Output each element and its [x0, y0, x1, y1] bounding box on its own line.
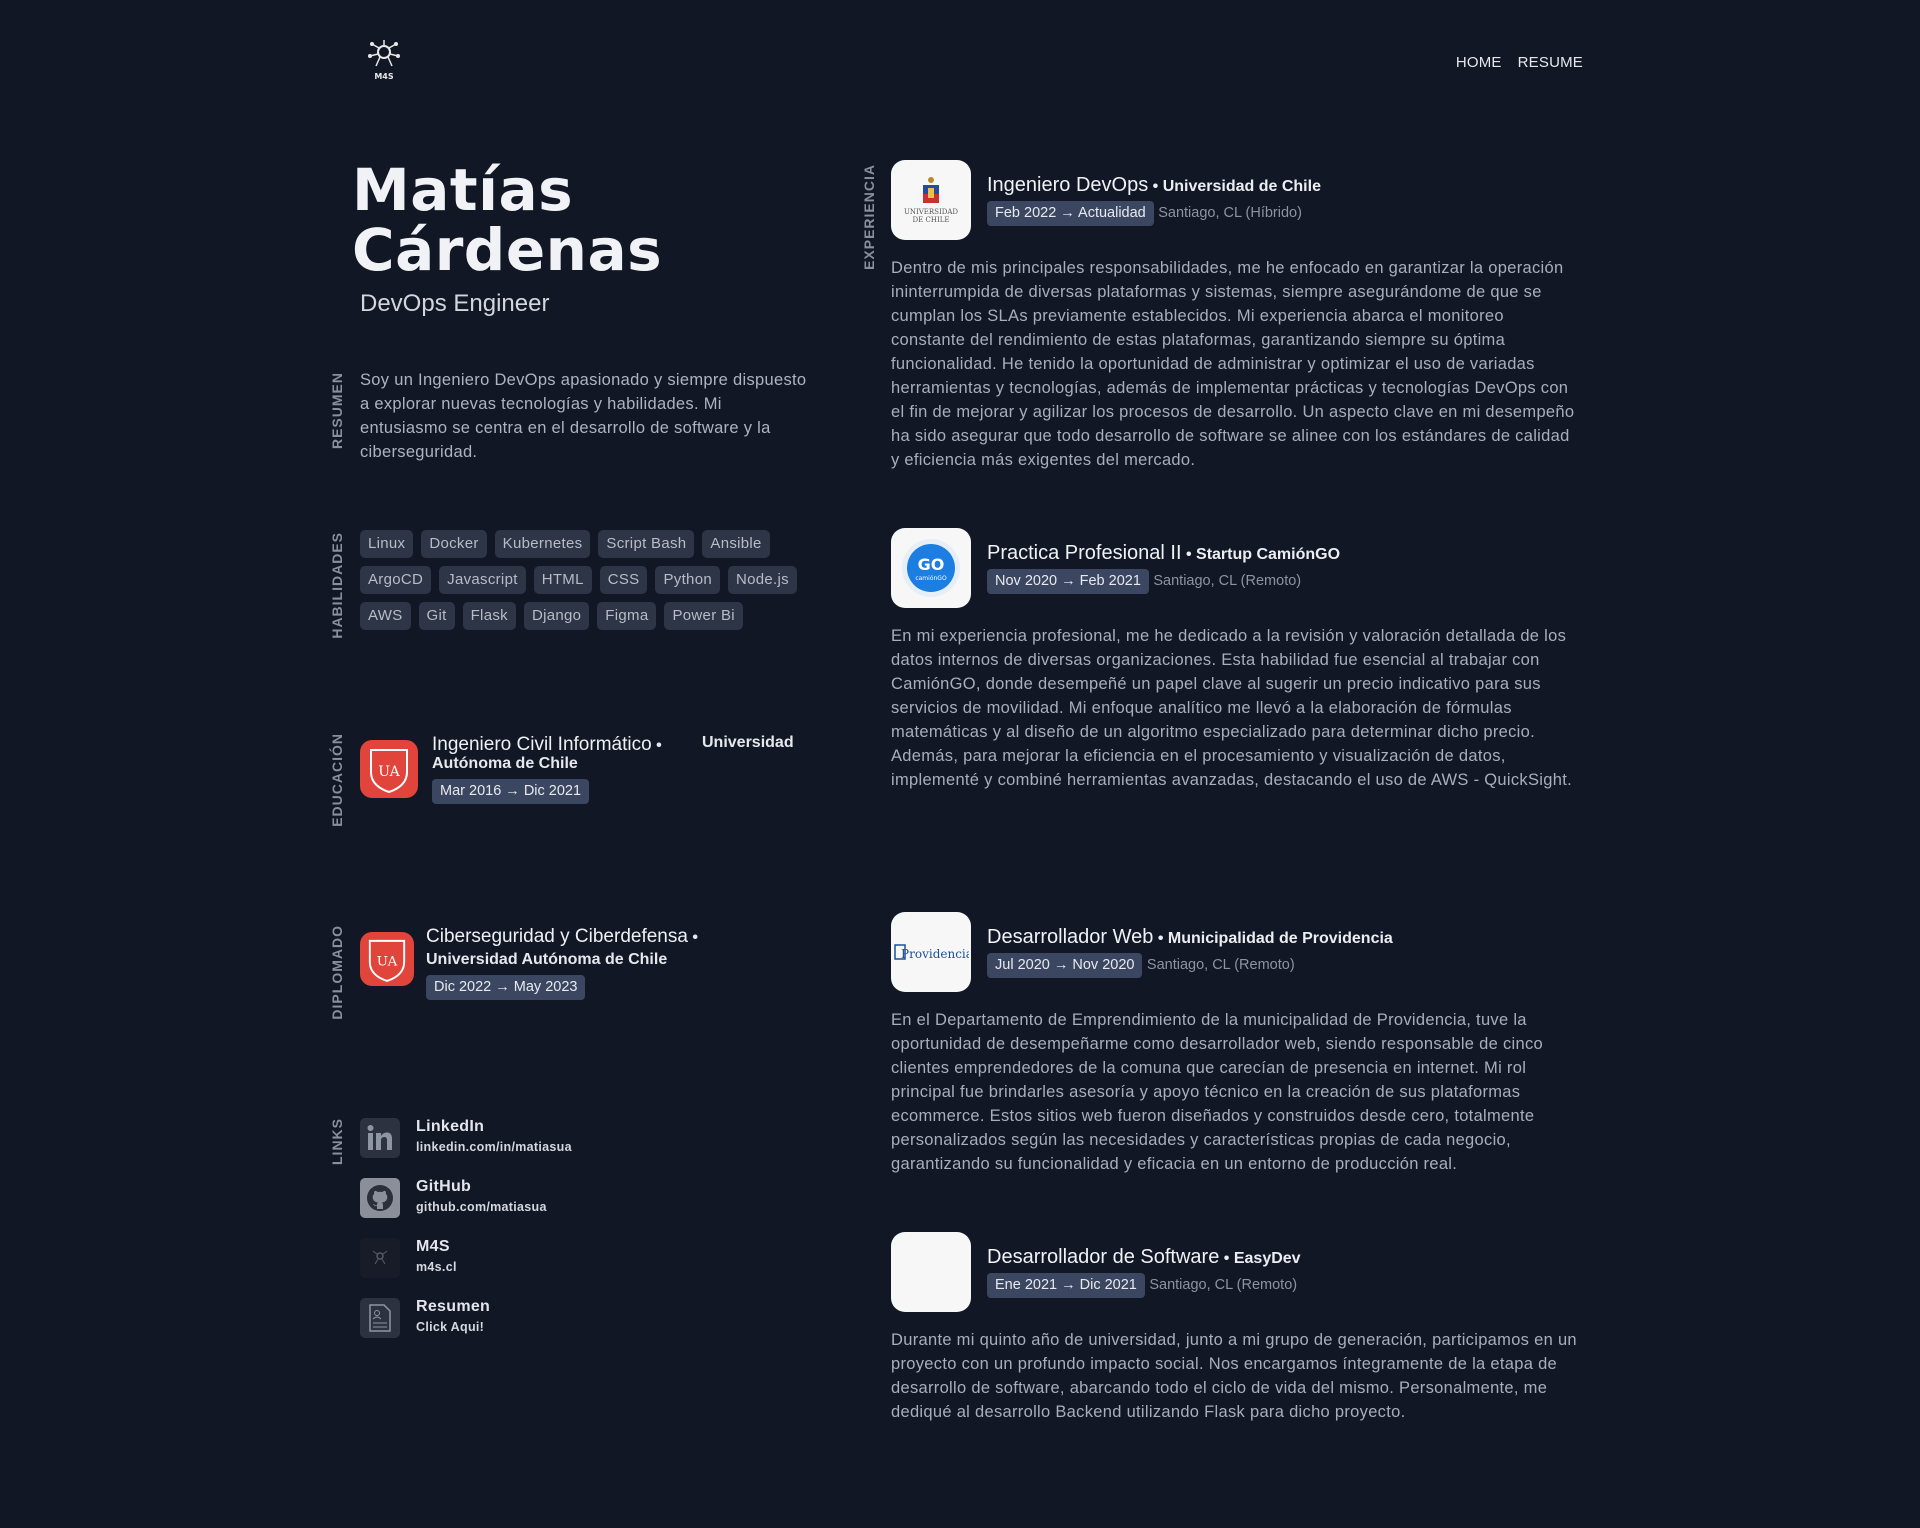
skill-chip: Python: [655, 566, 720, 594]
skill-chip: Docker: [421, 530, 487, 558]
top-nav: HOME RESUME: [1456, 54, 1583, 71]
m4s-logo-icon: M4S: [368, 40, 400, 81]
skill-chip: AWS: [360, 602, 411, 630]
links-list: LinkedIn linkedin.com/in/matiasua GitHub…: [360, 1118, 572, 1338]
section-label-summary: RESUMEN: [329, 372, 345, 450]
section-label-education: EDUCACIÓN: [329, 733, 345, 827]
ua-shield-icon: UA: [370, 749, 408, 794]
diploma-org: Universidad Autónoma de Chile: [426, 951, 668, 968]
skill-chip: Power Bi: [664, 602, 743, 630]
skill-chip: HTML: [533, 566, 592, 594]
skill-chip: Script Bash: [598, 530, 695, 558]
camiongo-logo: GO camiónGO: [891, 528, 971, 608]
experience-item: GO camiónGO Practica Profesional II • St…: [891, 528, 1581, 792]
svg-text:GO: GO: [918, 555, 945, 574]
education-item: UA Ingeniero Civil Informático • Univers…: [360, 734, 820, 804]
svg-text:Providencia: Providencia: [901, 947, 969, 961]
ua-logo: UA: [360, 740, 418, 798]
education-title: Ingeniero Civil Informático: [432, 734, 652, 755]
experience-description: En mi experiencia profesional, me he ded…: [891, 627, 1572, 789]
ua-logo-diploma: UA: [360, 932, 414, 986]
profile-role: DevOps Engineer: [360, 290, 550, 317]
section-label-experience: EXPERIENCIA: [861, 164, 877, 270]
svg-text:DE CHILE: DE CHILE: [913, 216, 950, 224]
experience-description: Dentro de mis principales responsabilida…: [891, 259, 1575, 469]
link-m4s[interactable]: M4S m4s.cl: [360, 1238, 572, 1278]
section-label-links: LINKS: [329, 1118, 345, 1165]
svg-text:UA: UA: [378, 764, 400, 780]
providencia-logo: Providencia: [891, 912, 971, 992]
skill-chip: Ansible: [702, 530, 770, 558]
svg-text:UA: UA: [377, 955, 398, 970]
skill-chip: Git: [418, 602, 455, 630]
skill-chip: Django: [523, 602, 590, 630]
svg-text:M4S: M4S: [374, 72, 394, 81]
github-icon: [360, 1178, 400, 1218]
m4s-icon: [360, 1238, 400, 1278]
skill-chip: Figma: [597, 602, 657, 630]
link-linkedin[interactable]: LinkedIn linkedin.com/in/matiasua: [360, 1118, 572, 1158]
experience-item: UNIVERSIDAD DE CHILE Ingeniero DevOps • …: [891, 160, 1581, 472]
section-label-skills: HABILIDADES: [329, 532, 345, 639]
link-github[interactable]: GitHub github.com/matiasua: [360, 1178, 572, 1218]
m4s-logo[interactable]: M4S: [362, 36, 406, 86]
diploma-item: UA Ciberseguridad y Ciberdefensa • Unive…: [360, 926, 820, 1000]
skill-chip: ArgoCD: [360, 566, 432, 594]
education-org-line1: Universidad: [702, 734, 794, 751]
easydev-logo: [891, 1232, 971, 1312]
education-dates: Mar 2016 → Dic 2021: [432, 779, 590, 804]
skill-chip: Linux: [360, 530, 414, 558]
skill-chip: Node.js: [727, 566, 797, 594]
link-resumen[interactable]: Resumen Click Aqui!: [360, 1298, 572, 1338]
skill-chip: Kubernetes: [494, 530, 591, 558]
summary-text: Soy un Ingeniero DevOps apasionado y sie…: [360, 371, 807, 461]
skills-list: Linux Docker Kubernetes Script Bash Ansible A…: [360, 530, 800, 630]
experience-item: Desarrollador de Software • EasyDev Ene …: [891, 1232, 1581, 1424]
diploma-title: Ciberseguridad y Ciberdefensa: [426, 926, 688, 947]
experience-description: Durante mi quinto año de universidad, ju…: [891, 1331, 1577, 1421]
linkedin-icon: [360, 1118, 400, 1158]
first-name: Matías: [352, 156, 574, 224]
last-name: Cárdenas: [352, 216, 663, 284]
ua-shield-icon: UA: [368, 939, 406, 982]
skill-chip: Javascript: [439, 566, 526, 594]
nav-resume-link[interactable]: RESUME: [1518, 54, 1583, 71]
section-label-diploma: DIPLOMADO: [329, 925, 345, 1020]
skill-chip: CSS: [599, 566, 648, 594]
svg-text:camiónGO: camiónGO: [915, 575, 947, 582]
diploma-dates: Dic 2022 → May 2023: [426, 975, 586, 1000]
skill-chip: Flask: [462, 602, 516, 630]
experience-item: Providencia Desarrollador Web • Municipa…: [891, 912, 1581, 1176]
profile-name: Matías Cárdenas: [352, 160, 662, 280]
svg-text:UNIVERSIDAD: UNIVERSIDAD: [904, 208, 958, 216]
document-icon: [360, 1298, 400, 1338]
experience-description: En el Departamento de Emprendimiento de …: [891, 1011, 1544, 1173]
nav-home-link[interactable]: HOME: [1456, 54, 1502, 71]
uchile-logo: UNIVERSIDAD DE CHILE: [891, 160, 971, 240]
